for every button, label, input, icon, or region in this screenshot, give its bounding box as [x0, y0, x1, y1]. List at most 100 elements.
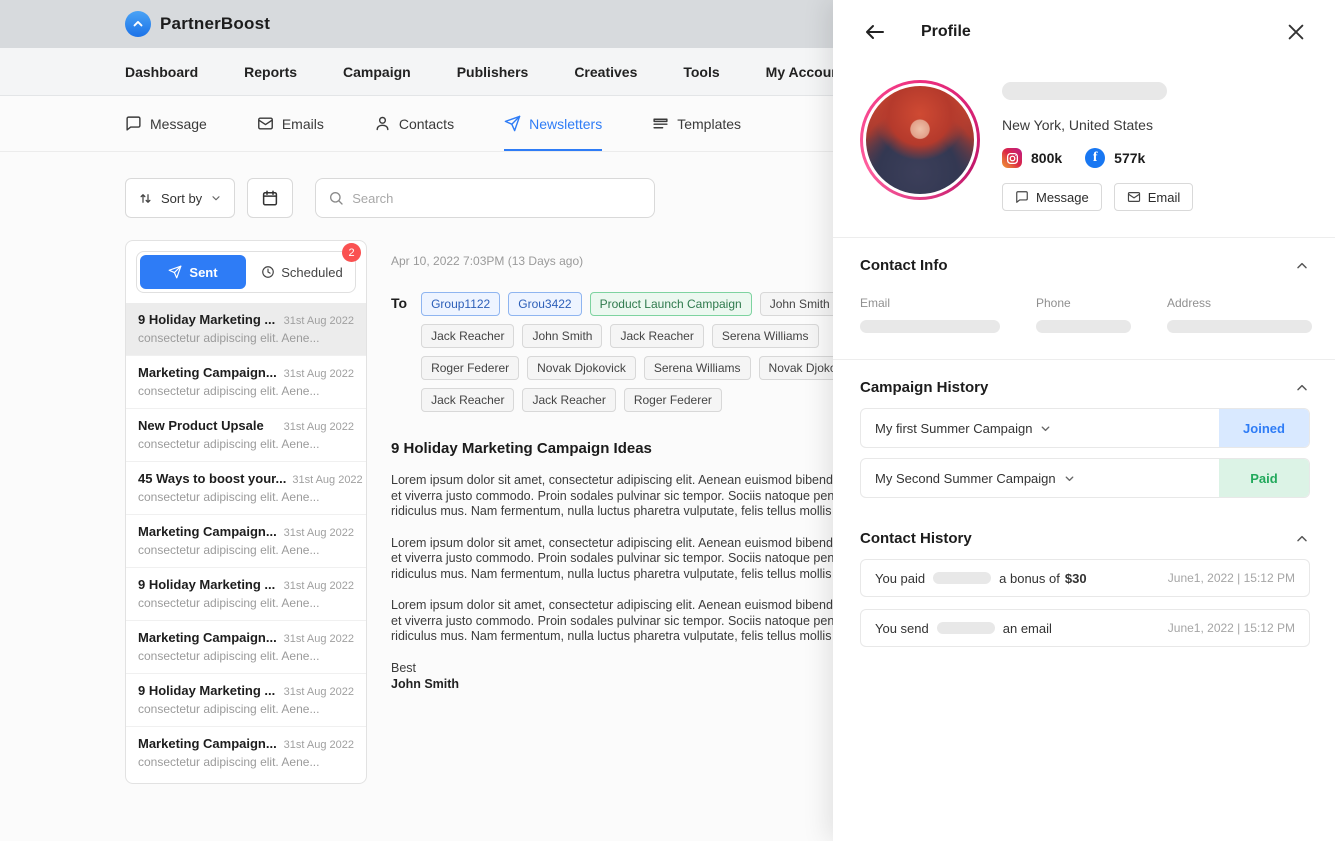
- history-timestamp: June1, 2022 | 15:12 PM: [1168, 571, 1295, 585]
- list-item[interactable]: 9 Holiday Marketing ...31st Aug 2022 con…: [126, 567, 366, 620]
- chevron-down-icon: [210, 192, 222, 204]
- campaign-name: My first Summer Campaign: [875, 421, 1032, 436]
- drawer-header: Profile: [833, 0, 1335, 64]
- recipient-chip[interactable]: John Smith: [760, 292, 840, 316]
- list-item[interactable]: 9 Holiday Marketing ...31st Aug 2022 con…: [126, 303, 366, 355]
- newsletter-date: 31st Aug 2022: [284, 739, 354, 751]
- list-item[interactable]: 45 Ways to boost your...31st Aug 2022 co…: [126, 461, 366, 514]
- history-text-pre: You paid: [875, 571, 925, 586]
- social-stats: 800k f 577k: [1002, 148, 1193, 168]
- contact-history-title: Contact History: [860, 530, 972, 547]
- message-button[interactable]: Message: [1002, 183, 1102, 211]
- nav-item-tools[interactable]: Tools: [683, 64, 719, 80]
- contact-name-skeleton: [937, 622, 995, 634]
- recipient-chip[interactable]: John Smith: [522, 324, 602, 348]
- newsletter-send-icon: [504, 115, 521, 132]
- recipient-chip[interactable]: Roger Federer: [421, 356, 519, 380]
- tab-message[interactable]: Message: [125, 96, 207, 151]
- search-input[interactable]: [352, 191, 642, 206]
- sort-by-dropdown[interactable]: Sort by: [125, 178, 235, 218]
- scheduled-tab[interactable]: Scheduled: [249, 252, 355, 292]
- newsletter-date: 31st Aug 2022: [284, 633, 354, 645]
- drawer-title: Profile: [921, 23, 971, 41]
- newsletter-date: 31st Aug 2022: [284, 368, 354, 380]
- newsletter-title: Marketing Campaign...: [138, 736, 277, 751]
- newsletter-preview: consectetur adipiscing elit. Aene...: [138, 384, 354, 398]
- clock-icon: [261, 265, 275, 279]
- sent-scheduled-toggle: Sent Scheduled 2: [136, 251, 356, 293]
- recipient-chip[interactable]: Serena Williams: [644, 356, 751, 380]
- newsletter-preview: consectetur adipiscing elit. Aene...: [138, 437, 354, 451]
- recipient-chip[interactable]: Novak Djokovick: [527, 356, 636, 380]
- list-item[interactable]: 9 Holiday Marketing ...31st Aug 2022 con…: [126, 673, 366, 726]
- list-item[interactable]: New Product Upsale31st Aug 2022 consecte…: [126, 408, 366, 461]
- tab-emails[interactable]: Emails: [257, 96, 324, 151]
- nav-item-creatives[interactable]: Creatives: [574, 64, 637, 80]
- profile-summary: New York, United States 800k f 577k Mess…: [833, 64, 1335, 237]
- tab-contacts[interactable]: Contacts: [374, 96, 454, 151]
- contact-history-row: You send an email June1, 2022 | 15:12 PM: [860, 609, 1310, 647]
- newsletter-title: 9 Holiday Marketing ...: [138, 312, 275, 327]
- recipient-chip[interactable]: Jack Reacher: [522, 388, 615, 412]
- nav-item-dashboard[interactable]: Dashboard: [125, 64, 198, 80]
- recipient-chip[interactable]: Grou3422: [508, 292, 581, 316]
- envelope-icon: [257, 115, 274, 132]
- campaign-name-dropdown[interactable]: My Second Summer Campaign: [875, 471, 1076, 486]
- chevron-up-icon[interactable]: [1294, 531, 1310, 547]
- recipient-chip[interactable]: Roger Federer: [624, 388, 722, 412]
- history-text-mid: a bonus of: [999, 571, 1060, 586]
- back-arrow-icon[interactable]: [863, 20, 887, 44]
- sent-tab-label: Sent: [189, 265, 217, 280]
- recipient-chip[interactable]: Serena Williams: [712, 324, 819, 348]
- chevron-up-icon[interactable]: [1294, 258, 1310, 274]
- recipient-chip[interactable]: Group1122: [421, 292, 500, 316]
- app-window: PartnerBoost Dashboard Reports Campaign …: [0, 0, 1335, 841]
- address-label: Address: [1167, 296, 1312, 310]
- nav-item-campaign[interactable]: Campaign: [343, 64, 411, 80]
- facebook-followers: 577k: [1114, 150, 1145, 166]
- recipient-chip[interactable]: Jack Reacher: [610, 324, 703, 348]
- scheduled-count-badge: 2: [342, 243, 361, 262]
- list-item[interactable]: Marketing Campaign...31st Aug 2022 conse…: [126, 726, 366, 779]
- search-box: [315, 178, 655, 218]
- address-field: Address: [1167, 296, 1312, 333]
- recipient-chip[interactable]: Product Launch Campaign: [590, 292, 752, 316]
- scheduled-tab-label: Scheduled: [281, 265, 342, 280]
- avatar: [863, 83, 977, 197]
- send-icon: [168, 265, 182, 279]
- instagram-followers: 800k: [1031, 150, 1062, 166]
- email-field: Email: [860, 296, 1000, 333]
- newsletter-list-panel: Sent Scheduled 2 9 Holiday Marketing ...…: [125, 240, 367, 784]
- tab-emails-label: Emails: [282, 116, 324, 132]
- newsletter-title: New Product Upsale: [138, 418, 264, 433]
- newsletter-date: 31st Aug 2022: [284, 527, 354, 539]
- nav-item-publishers[interactable]: Publishers: [457, 64, 529, 80]
- recipient-chip[interactable]: Jack Reacher: [421, 324, 514, 348]
- tab-newsletters[interactable]: Newsletters: [504, 96, 602, 151]
- tab-message-label: Message: [150, 116, 207, 132]
- newsletter-title: Marketing Campaign...: [138, 630, 277, 645]
- chevron-up-icon[interactable]: [1294, 380, 1310, 396]
- newsletter-title: 9 Holiday Marketing ...: [138, 683, 275, 698]
- sent-tab[interactable]: Sent: [140, 255, 246, 289]
- newsletter-preview: consectetur adipiscing elit. Aene...: [138, 649, 354, 663]
- contact-info-title: Contact Info: [860, 257, 948, 274]
- list-item[interactable]: Marketing Campaign...31st Aug 2022 conse…: [126, 355, 366, 408]
- list-item[interactable]: Marketing Campaign... 31st Aug 2022 conse…: [126, 620, 366, 673]
- email-label: Email: [860, 296, 1000, 310]
- tab-newsletters-label: Newsletters: [529, 116, 602, 132]
- calendar-button[interactable]: [247, 178, 293, 218]
- nav-item-reports[interactable]: Reports: [244, 64, 297, 80]
- contact-name-skeleton: [933, 572, 991, 584]
- message-button-label: Message: [1036, 190, 1089, 205]
- chat-bubble-icon: [1015, 190, 1029, 204]
- close-icon[interactable]: [1285, 21, 1307, 43]
- campaign-name-dropdown[interactable]: My first Summer Campaign: [875, 421, 1052, 436]
- recipient-chip[interactable]: Jack Reacher: [421, 388, 514, 412]
- email-button[interactable]: Email: [1114, 183, 1194, 211]
- tab-templates[interactable]: Templates: [652, 96, 741, 151]
- newsletter-title: 9 Holiday Marketing ...: [138, 577, 275, 592]
- list-item[interactable]: Marketing Campaign...31st Aug 2022 conse…: [126, 514, 366, 567]
- templates-icon: [652, 115, 669, 132]
- campaign-row: My Second Summer Campaign Paid: [860, 458, 1310, 498]
